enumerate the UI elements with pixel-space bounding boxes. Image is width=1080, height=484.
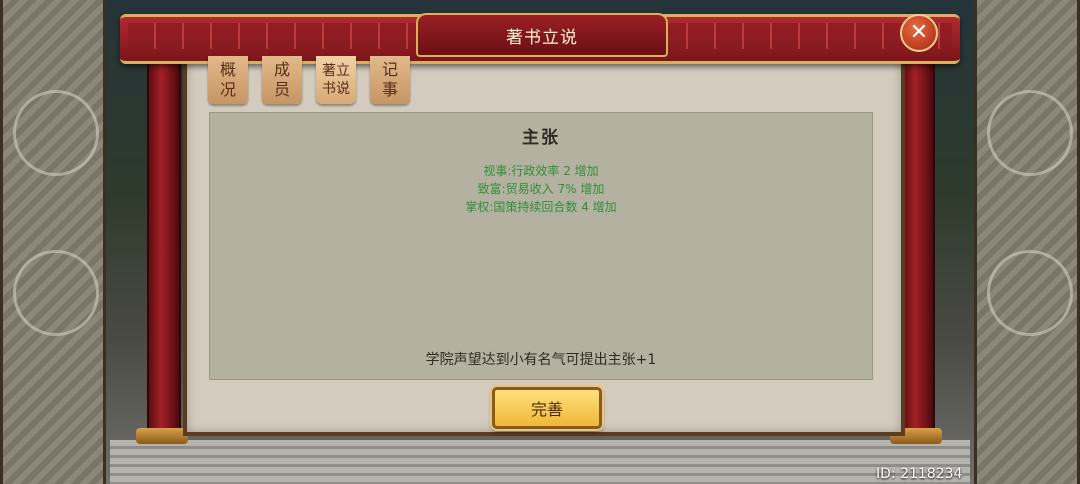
dragon-ornament-icon bbox=[13, 90, 99, 176]
effects-list: 视事:行政效率 2 增加 致富:贸易收入 7% 增加 掌权:国策持续回合数 4 … bbox=[210, 162, 872, 216]
left-ornament-panel bbox=[0, 0, 106, 484]
improve-button[interactable]: 完善 bbox=[492, 387, 602, 429]
tab-members[interactable]: 成 员 bbox=[262, 56, 302, 104]
tab-records[interactable]: 记 事 bbox=[370, 56, 410, 104]
tab-label: 事 bbox=[381, 80, 398, 99]
improve-button-label: 完善 bbox=[530, 400, 563, 419]
left-pillar-base bbox=[136, 428, 188, 444]
left-pillar bbox=[147, 50, 181, 442]
dragon-ornament-icon bbox=[13, 250, 99, 336]
tab-overview[interactable]: 概 况 bbox=[208, 56, 248, 104]
tab-label: 概 bbox=[219, 60, 236, 79]
tab-label: 况 bbox=[219, 80, 236, 99]
dragon-ornament-icon bbox=[987, 90, 1073, 176]
section-heading: 主张 bbox=[522, 128, 560, 148]
close-icon: ✕ bbox=[909, 20, 929, 45]
effect-line: 视事:行政效率 2 增加 bbox=[483, 164, 599, 178]
tab-bar: 概 况 成 员 著立 书说 记 事 bbox=[208, 56, 410, 104]
proposal-panel: 主张 视事:行政效率 2 增加 致富:贸易收入 7% 增加 掌权:国策持续回合数… bbox=[209, 112, 873, 380]
effect-line: 致富:贸易收入 7% 增加 bbox=[477, 182, 605, 196]
right-pillar bbox=[901, 50, 935, 442]
title-plate: 著书立说 bbox=[416, 13, 668, 57]
tab-label: 著立 bbox=[322, 63, 350, 79]
dragon-ornament-icon bbox=[987, 250, 1073, 336]
window-title: 著书立说 bbox=[506, 27, 578, 48]
right-ornament-panel bbox=[974, 0, 1080, 484]
tab-label: 书说 bbox=[322, 81, 350, 97]
requirement-note: 学院声望达到小有名气可提出主张+1 bbox=[425, 352, 657, 368]
tab-label: 成 bbox=[273, 60, 290, 79]
stone-steps bbox=[110, 440, 970, 484]
player-id: ID: 2118234 bbox=[876, 466, 963, 482]
tab-label: 记 bbox=[381, 60, 398, 79]
close-button[interactable]: ✕ bbox=[900, 14, 938, 52]
effect-line: 掌权:国策持续回合数 4 增加 bbox=[465, 200, 617, 214]
tab-label: 员 bbox=[273, 80, 290, 99]
tab-writing[interactable]: 著立 书说 bbox=[316, 56, 356, 104]
